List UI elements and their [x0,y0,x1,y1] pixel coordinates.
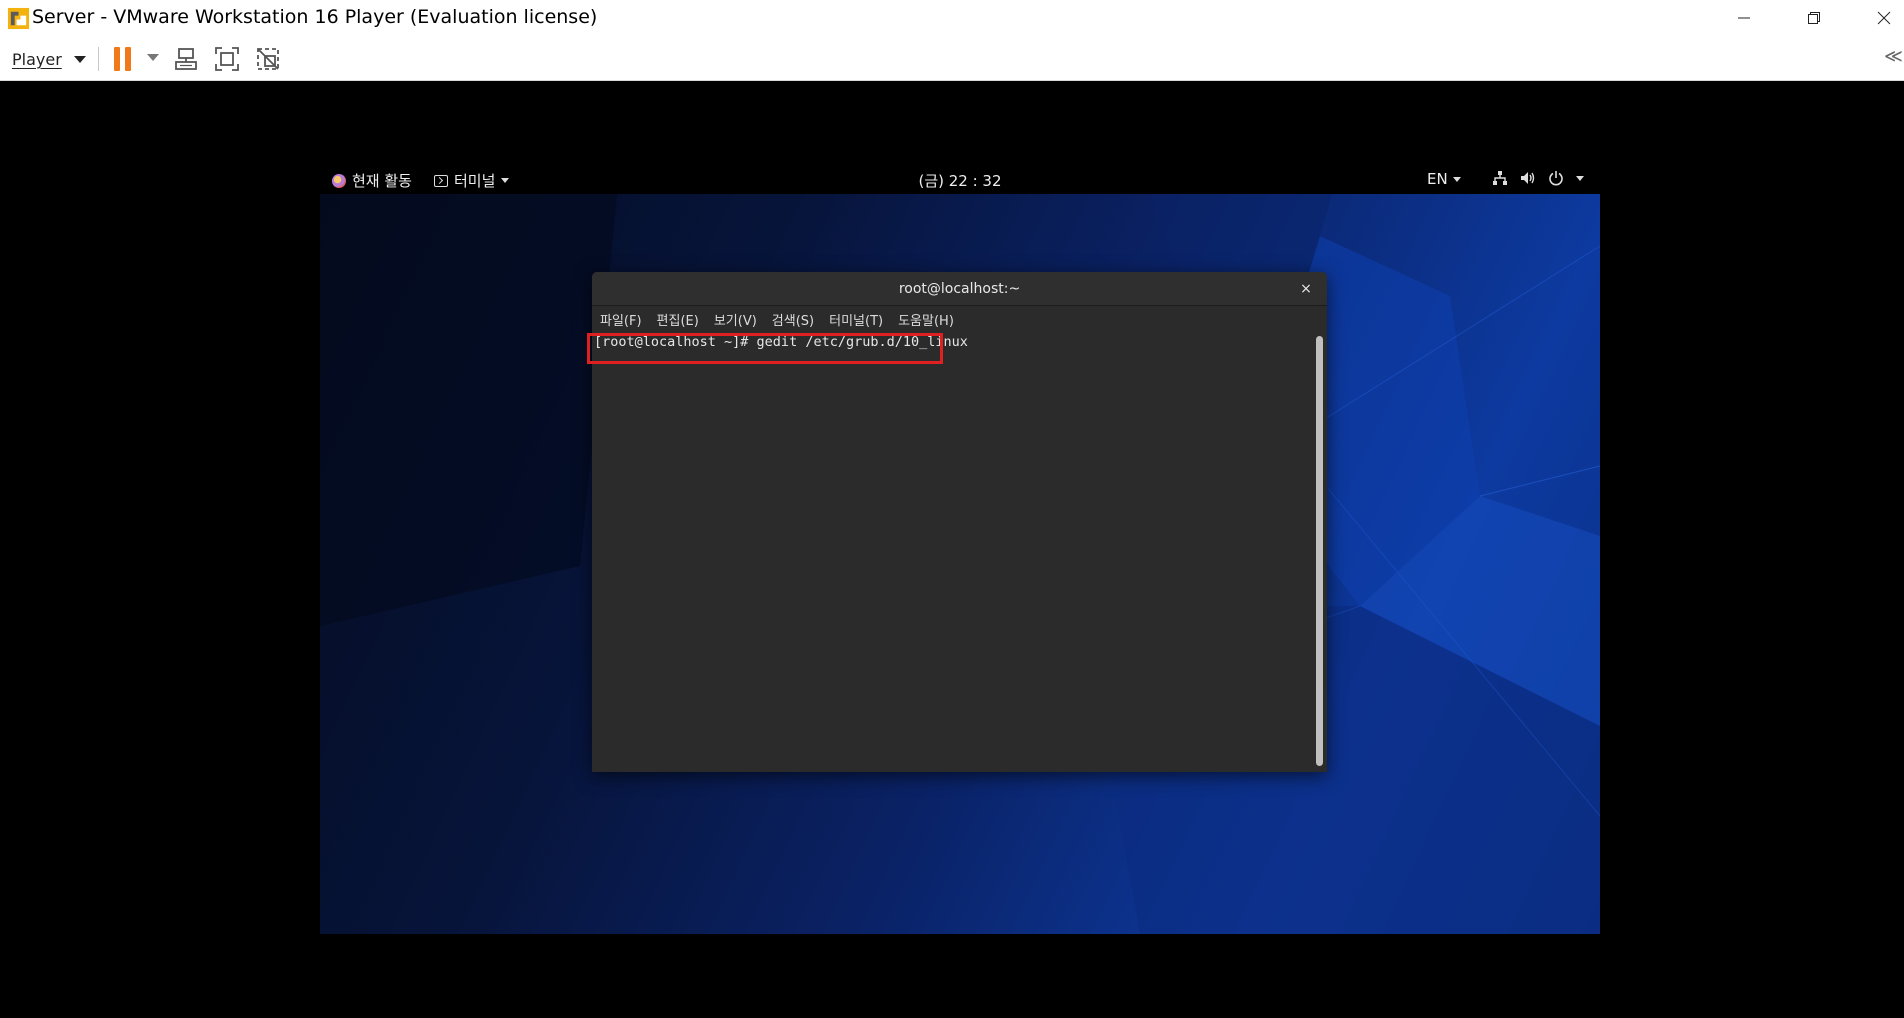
chevron-down-icon [1576,175,1584,181]
send-ctrl-alt-del-icon[interactable] [172,45,200,73]
close-button[interactable] [1849,0,1904,36]
terminal-header-bar[interactable]: root@localhost:~ × [592,272,1327,306]
collapse-toolbar-button[interactable]: ≪ [1884,46,1903,67]
input-method-label: EN [1427,170,1448,188]
player-toolbar: Player ≪ [0,36,1904,81]
system-menu-button[interactable] [1492,170,1584,186]
menu-edit[interactable]: 편집(E) [657,310,699,329]
menu-file[interactable]: 파일(F) [600,310,642,329]
close-icon[interactable]: × [1298,281,1314,297]
command-highlight [587,333,943,364]
player-menu-label: Player [12,49,62,69]
chevron-down-icon [73,55,86,63]
pause-button[interactable] [114,45,136,73]
menu-terminal[interactable]: 터미널(T) [829,310,883,329]
toolbar-divider [98,47,99,71]
vm-display[interactable]: 현재 활동 터미널 (금) 22 : 32 EN root@localhost:… [320,166,1600,934]
terminal-title: root@localhost:~ [898,281,1021,297]
restore-button[interactable] [1779,0,1849,36]
minimize-button[interactable] [1709,0,1779,36]
gnome-top-bar: 현재 활동 터미널 (금) 22 : 32 EN [320,166,1600,194]
terminal-scrollbar[interactable] [1316,336,1323,766]
minimize-icon [1738,17,1750,19]
fullscreen-icon[interactable] [213,45,241,73]
title-bar: Server - VMware Workstation 16 Player (E… [0,0,1904,36]
power-options-dropdown[interactable] [147,54,159,61]
menu-view[interactable]: 보기(V) [714,310,757,329]
terminal-content[interactable]: [root@localhost ~]# gedit /etc/grub.d/10… [592,332,1327,772]
menu-search[interactable]: 검색(S) [772,310,814,329]
pause-icon [114,47,120,71]
network-icon [1493,171,1507,185]
unity-icon[interactable] [254,45,282,73]
power-icon [1549,171,1563,186]
terminal-menubar: 파일(F) 편집(E) 보기(V) 검색(S) 터미널(T) 도움말(H) [592,306,1327,332]
vmware-icon [7,7,30,30]
close-icon [1877,11,1891,25]
menu-help[interactable]: 도움말(H) [898,310,954,329]
volume-icon [1521,172,1535,184]
window-title: Server - VMware Workstation 16 Player (E… [32,6,598,28]
input-method-button[interactable]: EN [1427,170,1461,188]
chevron-down-icon [1452,176,1461,182]
player-menu-button[interactable]: Player [12,47,86,71]
restore-icon [1808,12,1820,24]
clock[interactable]: (금) 22 : 32 [320,170,1600,191]
